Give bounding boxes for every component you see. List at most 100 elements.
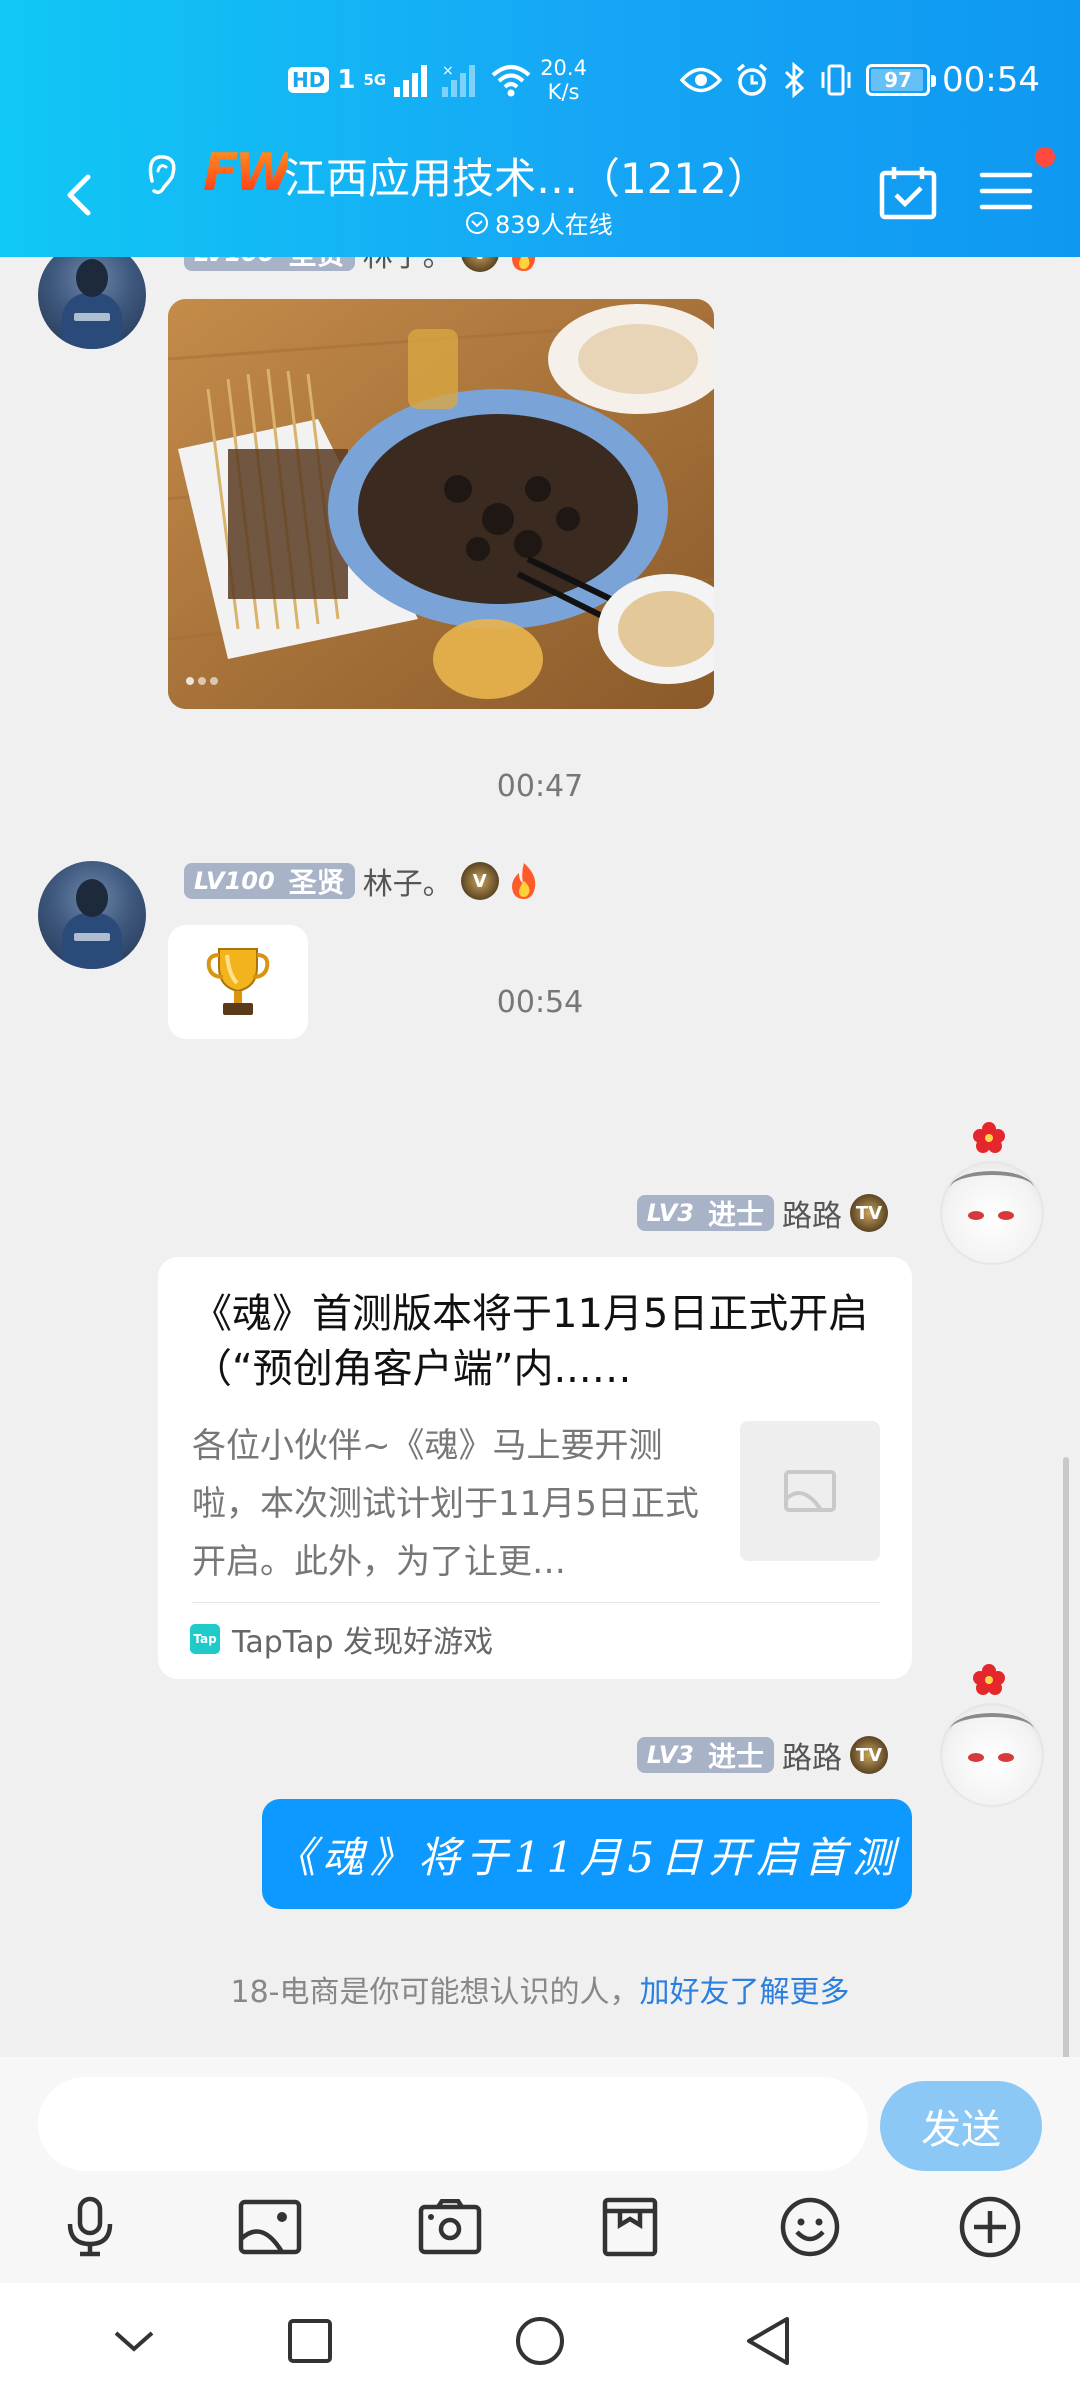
speed-value: 20.4 (540, 56, 587, 80)
level-label: LV100 (194, 257, 275, 267)
network-speed: 20.4 K/s (540, 56, 587, 104)
header: HD 1 5G × 20.4 K/s 97 00:54 FW 江西应用技术…（1… (0, 0, 1080, 257)
rank-label: 圣贤 (289, 257, 345, 273)
emoji-icon (780, 2197, 840, 2257)
clock: 00:54 (942, 60, 1040, 100)
time-separator: 00:54 (496, 985, 584, 1020)
message-input[interactable] (38, 2077, 868, 2171)
sender-name[interactable]: 路路 (782, 1733, 842, 1777)
plus-icon (959, 2196, 1021, 2258)
rank-label: 圣贤 (288, 866, 345, 899)
recent-apps-button[interactable] (270, 2305, 350, 2377)
medal-icon: TV (850, 1194, 888, 1232)
collapse-icon (114, 2331, 154, 2352)
image-placeholder-icon (784, 1470, 836, 1512)
home-icon (516, 2317, 564, 2365)
speed-unit: K/s (547, 80, 580, 104)
flower-icon (973, 1122, 1005, 1153)
image-icon (238, 2199, 302, 2255)
network-type: 5G (363, 70, 387, 89)
file-button[interactable] (590, 2187, 670, 2267)
flower-icon (973, 1664, 1005, 1695)
hd-badge: HD (288, 67, 330, 93)
sender-name[interactable]: 路路 (782, 1191, 842, 1235)
send-button[interactable]: 发送 (880, 2081, 1042, 2171)
collapse-button[interactable] (94, 2305, 174, 2377)
svg-text:×: × (442, 63, 454, 79)
battery-icon: 97 (866, 64, 937, 96)
toolbar (0, 2187, 1080, 2267)
title-bar: FW 江西应用技术…（1212） 839人在线 (0, 135, 1080, 255)
friend-suggestion-text: 18-电商是你可能想认识的人， (230, 1975, 640, 2010)
home-button[interactable] (500, 2305, 580, 2377)
shared-food-photo[interactable] (168, 299, 714, 709)
medal-icon: TV (850, 1736, 888, 1774)
link-card-description: 各位小伙伴~《魂》马上要开测啦，本次测试计划于11月5日正式开启。此外，为了让更… (192, 1426, 699, 1582)
emoji-message-bubble[interactable] (168, 925, 308, 1039)
link-card[interactable]: 《魂》首测版本将于11月5日正式开启（“预创角客户端”内...… 各位小伙伴~《… (158, 1257, 912, 1679)
link-card-thumbnail (740, 1421, 880, 1561)
sender-line: LV100 圣贤 林子。 V (184, 257, 541, 275)
sender-line: LV3 进士 路路 TV (636, 1191, 888, 1235)
chevron-down-circle-icon (466, 211, 488, 234)
battery-level: 97 (884, 68, 912, 92)
link-card-source-label: TapTap 发现好游戏 (232, 1625, 494, 1660)
chat-area[interactable]: LV100 圣贤 林子。 V (0, 257, 1080, 2057)
back-nav-button[interactable] (728, 2305, 808, 2377)
food-photo-image (168, 299, 714, 709)
image-button[interactable] (230, 2187, 310, 2267)
time-separator: 00:47 (496, 769, 584, 804)
link-card-source: Tap TapTap 发现好游戏 (190, 1617, 493, 1661)
back-icon (747, 2317, 789, 2365)
recent-apps-icon (288, 2319, 332, 2363)
medal-icon: V (460, 257, 499, 272)
eye-icon (680, 67, 723, 93)
level-label: LV3 (646, 1741, 694, 1769)
sender-line: LV3 进士 路路 TV (636, 1733, 888, 1777)
group-logo: FW (203, 143, 292, 203)
alarm-icon (736, 63, 768, 96)
level-badge: LV3 进士 (636, 1195, 774, 1231)
bluetooth-icon (784, 62, 805, 98)
avatar[interactable] (936, 1122, 1046, 1265)
vibrate-icon (821, 64, 851, 96)
level-label: LV100 (194, 867, 275, 895)
emoji-button[interactable] (770, 2187, 850, 2267)
link-card-title: 《魂》首测版本将于11月5日正式开启（“预创角客户端”内...… (192, 1291, 869, 1392)
text-message-bubble[interactable]: 《魂》将于11月5日开启首测 (262, 1799, 912, 1909)
avatar[interactable] (936, 1664, 1046, 1807)
notification-dot (1035, 147, 1055, 167)
fire-icon (511, 257, 535, 271)
input-area: 发送 (0, 2057, 1080, 2283)
mic-button[interactable] (50, 2187, 130, 2267)
sender-name[interactable]: 林子。 (363, 257, 453, 275)
add-friend-link[interactable]: 加好友了解更多 (640, 1975, 850, 2010)
online-count[interactable]: 839人在线 (465, 205, 613, 240)
medal-icon: V (460, 862, 499, 900)
calendar-check-button[interactable] (878, 163, 938, 223)
sender-name[interactable]: 林子。 (363, 859, 453, 903)
friend-suggestion: 18-电商是你可能想认识的人，加好友了解更多 (0, 1967, 1080, 2011)
file-icon (602, 2197, 658, 2257)
group-title[interactable]: 江西应用技术…（1212） (284, 145, 769, 206)
back-button[interactable] (50, 165, 110, 225)
mic-icon (67, 2196, 113, 2257)
status-bar: HD 1 5G × 20.4 K/s 97 00:54 (0, 52, 1080, 108)
scrollbar[interactable] (1063, 1457, 1069, 2057)
avatar[interactable] (38, 861, 146, 969)
wifi-icon (491, 65, 531, 97)
ear-icon[interactable] (142, 151, 182, 199)
signal-2-icon: × (442, 63, 476, 97)
avatar[interactable] (38, 257, 146, 349)
camera-icon (418, 2199, 482, 2255)
menu-button[interactable] (976, 161, 1036, 221)
camera-button[interactable] (410, 2187, 490, 2267)
signal-icon (394, 65, 428, 97)
rank-label: 进士 (707, 1198, 764, 1231)
level-badge: LV100 圣贤 (184, 863, 355, 899)
plus-button[interactable] (950, 2187, 1030, 2267)
fire-icon (511, 863, 535, 899)
system-nav-bar (0, 2283, 1080, 2400)
sender-line: LV100 圣贤 林子。 V (184, 859, 541, 903)
rank-label: 进士 (707, 1740, 764, 1773)
